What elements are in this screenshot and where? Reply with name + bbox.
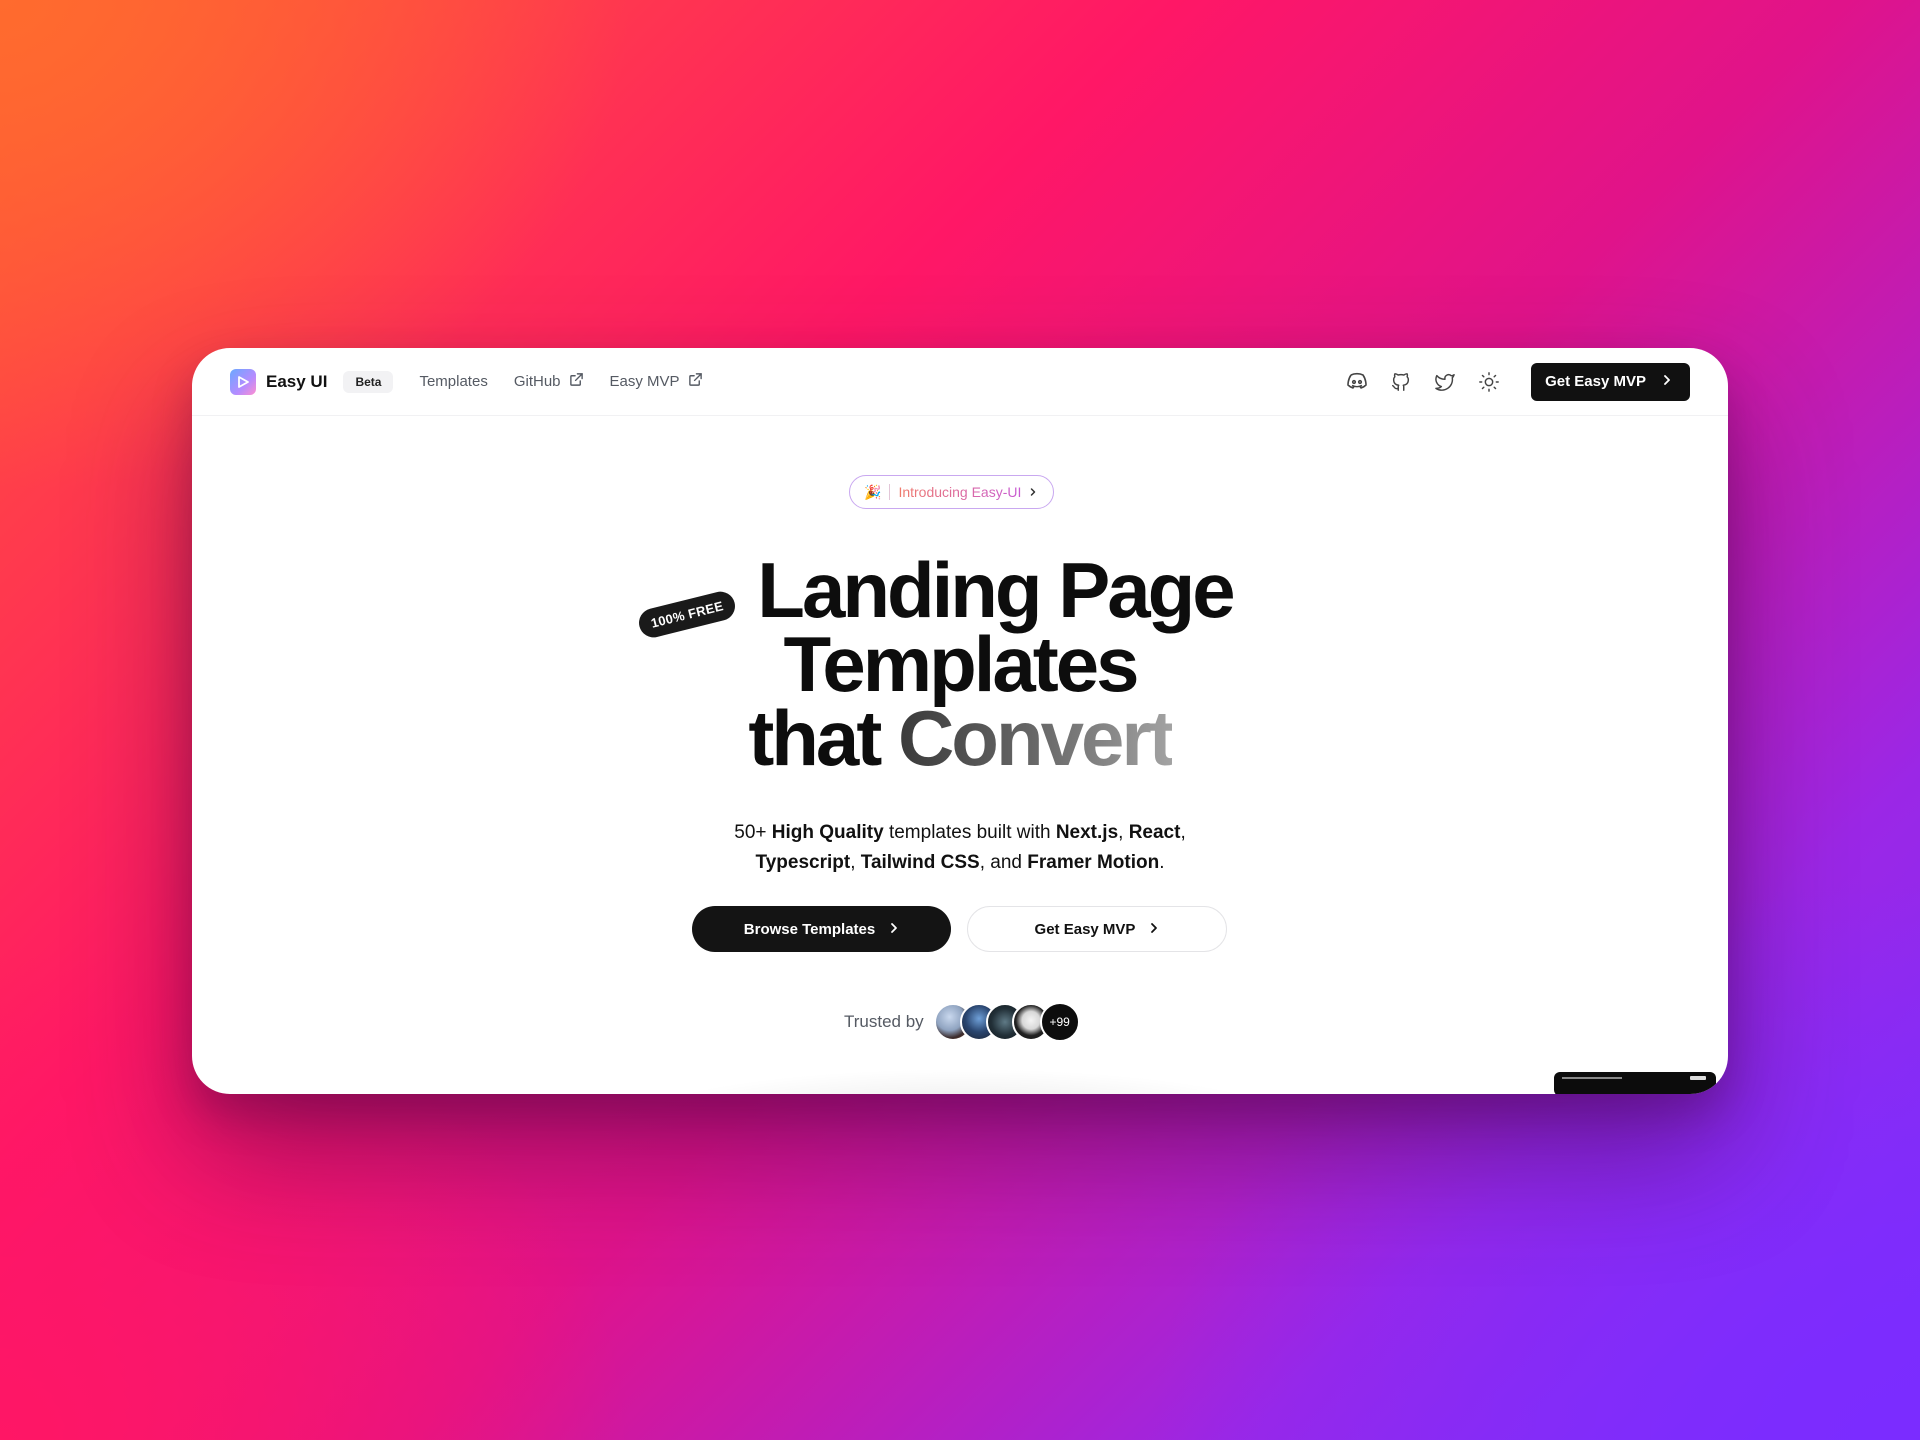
subtitle-bold: React bbox=[1128, 822, 1181, 843]
external-link-icon bbox=[569, 372, 584, 391]
announcement-label: Introducing Easy-UI bbox=[898, 484, 1022, 500]
subtitle-text: , and bbox=[979, 852, 1028, 873]
subtitle-text: . bbox=[1159, 852, 1165, 873]
chevron-right-icon bbox=[1662, 373, 1672, 390]
announcement-badge[interactable]: 🎉 Introducing Easy-UI bbox=[849, 475, 1055, 509]
button-label: Browse Templates bbox=[743, 920, 876, 938]
more-users-badge[interactable]: +99 bbox=[1039, 1002, 1080, 1042]
subtitle-text: templates built with bbox=[883, 822, 1056, 843]
external-link-icon bbox=[688, 372, 703, 391]
nav-right: Get Easy MVP bbox=[1345, 362, 1690, 401]
headline-line-3: that Convert bbox=[192, 699, 1728, 777]
trusted-label: Trusted by bbox=[844, 1012, 924, 1031]
avatar-stack: +99 bbox=[933, 1002, 1080, 1042]
nav-link-label: Templates bbox=[419, 373, 488, 390]
subtitle-text: , bbox=[1118, 822, 1129, 843]
nav-link-github[interactable]: GitHub bbox=[514, 372, 584, 391]
subtitle-bold: Framer Motion bbox=[1027, 852, 1160, 873]
get-easy-mvp-button[interactable]: Get Easy MVP bbox=[967, 906, 1227, 952]
discord-icon[interactable] bbox=[1345, 370, 1369, 394]
brand-logo[interactable]: Easy UI Beta bbox=[230, 368, 394, 395]
nav-link-easy-mvp[interactable]: Easy MVP bbox=[610, 372, 703, 391]
top-navbar: Easy UI Beta Templates GitHub Easy MVP G… bbox=[192, 348, 1728, 416]
nav-links: Templates GitHub Easy MVP bbox=[419, 372, 702, 391]
brand-name: Easy UI bbox=[266, 371, 328, 391]
subtitle-bold: Tailwind CSS bbox=[860, 852, 980, 873]
headline-highlight: Convert bbox=[897, 694, 1175, 782]
subtitle-bold: Next.js bbox=[1055, 822, 1119, 843]
hero-subtitle: 50+ High Quality templates built with Ne… bbox=[192, 818, 1728, 878]
browser-window: Easy UI Beta Templates GitHub Easy MVP G… bbox=[192, 348, 1728, 1094]
hero-headline: Landing Page Templates that Convert bbox=[192, 546, 1728, 777]
button-label: Get Easy MVP bbox=[1034, 920, 1136, 938]
subtitle-text: 50+ bbox=[734, 822, 772, 843]
nav-link-label: GitHub bbox=[513, 373, 561, 390]
chevron-right-icon bbox=[1149, 921, 1159, 938]
play-triangle-icon bbox=[230, 368, 256, 395]
get-easy-mvp-nav-button[interactable]: Get Easy MVP bbox=[1531, 362, 1690, 401]
headline-line-3-start: that bbox=[748, 694, 898, 782]
badge-divider bbox=[889, 484, 891, 500]
cta-label: Get Easy MVP bbox=[1545, 373, 1646, 390]
preview-window-thumbnail bbox=[1554, 1072, 1716, 1094]
subtitle-bold: Typescript bbox=[755, 852, 851, 873]
trusted-by: Trusted by +99 bbox=[844, 1002, 1080, 1042]
headline-line-2: Templates bbox=[783, 620, 1139, 708]
nav-link-templates[interactable]: Templates bbox=[419, 373, 487, 390]
subtitle-text: , bbox=[1180, 822, 1186, 843]
beta-badge: Beta bbox=[343, 370, 394, 393]
headline-line-1: Landing Page bbox=[757, 546, 1235, 634]
twitter-icon[interactable] bbox=[1433, 370, 1457, 394]
preview-bar bbox=[1690, 1076, 1706, 1080]
preview-bar bbox=[1562, 1077, 1622, 1079]
subtitle-text: , bbox=[850, 852, 861, 873]
sun-icon[interactable] bbox=[1477, 370, 1501, 394]
nav-link-label: Easy MVP bbox=[609, 373, 680, 390]
chevron-right-icon bbox=[1029, 484, 1037, 500]
chevron-right-icon bbox=[889, 921, 899, 938]
preview-shadow bbox=[612, 1068, 1312, 1094]
browse-templates-button[interactable]: Browse Templates bbox=[692, 906, 951, 952]
subtitle-bold: High Quality bbox=[771, 822, 884, 843]
github-icon[interactable] bbox=[1389, 370, 1413, 394]
party-popper-icon: 🎉 bbox=[864, 483, 882, 500]
